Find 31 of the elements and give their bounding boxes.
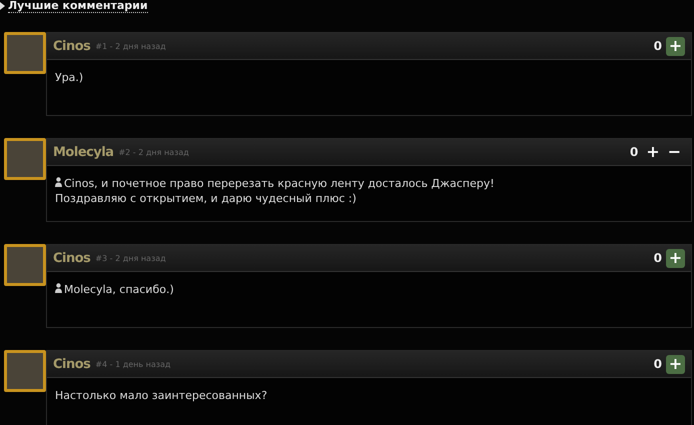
- comment-meta: #4 - 1 день назад: [95, 360, 171, 368]
- user-icon: [55, 283, 62, 293]
- user-icon: [55, 177, 62, 187]
- comment-text: Ура.): [55, 70, 84, 86]
- vote-score: 0: [654, 39, 662, 53]
- comment-meta: #2 - 2 дня назад: [118, 148, 189, 156]
- comment-text: Настолько мало заинтересованных?: [55, 388, 268, 404]
- mention-link[interactable]: Cinos: [55, 177, 94, 190]
- vote-button[interactable]: +: [666, 248, 685, 268]
- mention-link[interactable]: Molecyla: [55, 283, 112, 296]
- avatar-placeholder[interactable]: [4, 244, 46, 286]
- author-name[interactable]: Cinos: [53, 250, 90, 266]
- arrow-icon: [0, 2, 5, 10]
- vote-button[interactable]: −: [664, 144, 685, 160]
- comment-text: Cinos, и почетное право перерезать красную ленту досталось Джасперу! Поздравляю с открытием, и дарю чудесный плюс :): [55, 176, 496, 207]
- author-name[interactable]: Molecyla: [53, 144, 114, 160]
- comment-meta: #3 - 2 дня назад: [95, 254, 166, 262]
- vote-score: 0: [630, 145, 638, 159]
- vote-button[interactable]: +: [642, 144, 664, 160]
- vote-button[interactable]: +: [666, 36, 685, 56]
- vote-button[interactable]: +: [666, 354, 685, 374]
- vote-score: 0: [654, 251, 662, 265]
- comment-meta: #1 - 2 дня назад: [95, 42, 166, 50]
- avatar-placeholder[interactable]: [4, 350, 46, 392]
- avatar-placeholder[interactable]: [4, 32, 46, 74]
- section-title-link[interactable]: Лучшие комментарии: [8, 0, 148, 12]
- comment-text: Molecyla, спасибо.): [55, 282, 683, 327]
- vote-score: 0: [654, 357, 662, 371]
- avatar-placeholder[interactable]: [4, 138, 46, 180]
- author-name[interactable]: Cinos: [53, 38, 90, 54]
- author-name[interactable]: Cinos: [53, 356, 90, 372]
